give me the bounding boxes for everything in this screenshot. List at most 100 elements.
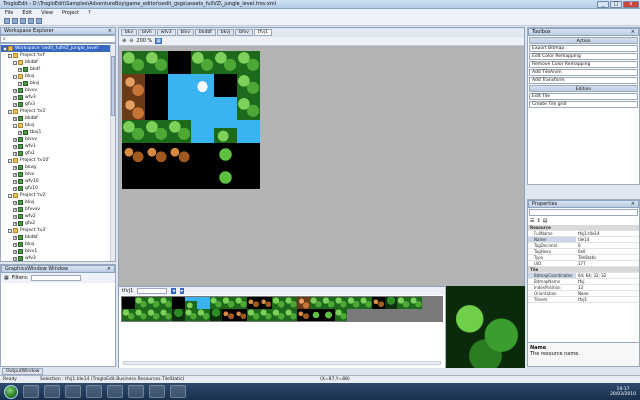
map-tile[interactable] [237, 166, 260, 189]
tileset-tile[interactable] [347, 297, 360, 309]
expand-icon[interactable]: + [13, 249, 17, 254]
tree-node[interactable]: - Project 'tv3' [1, 227, 115, 234]
map-tile[interactable] [168, 97, 191, 120]
expand-icon[interactable]: + [18, 67, 22, 72]
tree-node[interactable]: - Project 'tv10' [1, 157, 115, 164]
tileset-tile[interactable] [147, 309, 160, 321]
editor-tab[interactable]: bkdbf [195, 29, 216, 36]
clock[interactable]: 19:17 20/03/2010 [610, 387, 636, 397]
tree-node[interactable]: + wfv2 [1, 213, 115, 220]
tileset-tile[interactable] [134, 309, 147, 321]
tileset-tile[interactable] [159, 297, 172, 309]
editor-tab[interactable]: blvh [138, 29, 156, 36]
toolbox-action-button[interactable]: Add Transform [529, 77, 638, 84]
property-pages-icon[interactable]: ▤ [543, 218, 548, 224]
expand-icon[interactable]: + [13, 116, 17, 121]
map-tile[interactable] [145, 97, 168, 120]
property-value[interactable]: tfvj1.tile14 [576, 231, 639, 236]
map-tile[interactable] [122, 120, 145, 143]
tileset-tile[interactable] [147, 297, 160, 309]
open-file-icon[interactable] [12, 18, 18, 24]
expand-icon[interactable]: + [13, 214, 17, 219]
tileset-tile[interactable] [309, 309, 322, 321]
tree-node[interactable]: - bkvj [1, 122, 115, 129]
property-value[interactable]: None [576, 291, 639, 296]
tree-node[interactable]: + blvvv [1, 136, 115, 143]
map-tile[interactable] [122, 97, 145, 120]
property-value[interactable]: TileStatic [576, 255, 639, 260]
tileset-tile[interactable] [197, 297, 210, 309]
tileset-tile[interactable] [209, 297, 222, 309]
map-tile[interactable] [214, 166, 237, 189]
map-tile[interactable] [145, 120, 168, 143]
map-tile[interactable] [214, 97, 237, 120]
toolbox-action-button[interactable]: Export Bitmap [529, 45, 638, 52]
property-value[interactable]: 13 [576, 285, 639, 290]
tree-node[interactable]: + bkvj [1, 80, 115, 87]
tileset-tile[interactable] [222, 309, 235, 321]
expand-icon[interactable]: + [13, 165, 17, 170]
tree-node[interactable]: + wfv3 [1, 255, 115, 261]
tree-node[interactable]: + gfv3 [1, 101, 115, 108]
tileset-tile[interactable] [247, 309, 260, 321]
minimize-button[interactable]: _ [597, 0, 609, 8]
maximize-button[interactable]: □ [610, 0, 622, 8]
property-value[interactable]: tile14 [576, 237, 639, 242]
property-row[interactable]: Tileset tfvj1 [528, 297, 639, 303]
property-value[interactable]: 64; 64; 32; 32 [576, 273, 639, 278]
expand-icon[interactable]: + [13, 102, 17, 107]
tree-node[interactable]: + wfv10 [1, 178, 115, 185]
tree-node[interactable]: + bkdbf [1, 234, 115, 241]
zoom-out-icon[interactable]: ⊖ [129, 38, 133, 44]
tileset-tile[interactable] [259, 297, 272, 309]
tileset-tile[interactable] [309, 297, 322, 309]
map-tile[interactable] [145, 74, 168, 97]
tileset-tile[interactable] [159, 309, 172, 321]
tileset-tile[interactable] [322, 297, 335, 309]
expand-icon[interactable]: + [13, 95, 17, 100]
editor-tab[interactable]: bkvj [216, 29, 235, 36]
tileset-tile[interactable] [209, 309, 222, 321]
map-tile[interactable] [237, 97, 260, 120]
tree-node[interactable]: - Project 'tv1' [1, 108, 115, 115]
map-tile[interactable] [237, 143, 260, 166]
tree-node[interactable]: + blvvv [1, 87, 115, 94]
object-selector[interactable] [529, 209, 638, 216]
map-tile[interactable] [191, 51, 214, 74]
close-icon[interactable]: × [631, 29, 635, 35]
close-icon[interactable]: × [108, 28, 112, 34]
expand-icon[interactable]: + [13, 179, 17, 184]
tree-node[interactable]: + wfv1 [1, 143, 115, 150]
app-taskbar-icon[interactable] [86, 385, 102, 398]
editor-tab[interactable]: tfvj1 [253, 29, 273, 36]
menu-edit[interactable]: Edit [22, 10, 32, 16]
explorer-taskbar-icon[interactable] [23, 385, 39, 398]
tree-node[interactable]: - Workspace 'sedit_fullVZ_jungle_level' [1, 45, 115, 52]
map-tile[interactable] [168, 143, 191, 166]
firefox-taskbar-icon[interactable] [65, 385, 81, 398]
save-all-icon[interactable] [28, 18, 34, 24]
tree-node[interactable]: + bkdf [1, 66, 115, 73]
output-window-tab[interactable]: OutputWindow [2, 368, 44, 375]
trogloedit-taskbar-icon[interactable] [128, 385, 144, 398]
tree-node[interactable]: - bkdbf [1, 59, 115, 66]
close-icon[interactable]: × [107, 266, 111, 272]
tileset-tile[interactable] [234, 309, 247, 321]
menu-file[interactable]: File [5, 10, 13, 16]
game-taskbar-icon[interactable] [149, 385, 165, 398]
tileset-tile[interactable] [122, 297, 135, 309]
close-icon[interactable]: × [631, 201, 635, 207]
tileset-tile[interactable] [372, 297, 385, 309]
start-button[interactable] [4, 384, 18, 399]
map-tile[interactable] [168, 120, 191, 143]
expand-icon[interactable]: + [13, 200, 17, 205]
property-value[interactable]: 0 [576, 243, 639, 248]
map-tile[interactable] [237, 51, 260, 74]
expand-icon[interactable]: + [13, 137, 17, 142]
expand-icon[interactable]: - [8, 193, 12, 198]
menu-project[interactable]: Project [62, 10, 79, 16]
expand-icon[interactable]: + [13, 186, 17, 191]
tileset-dropdown[interactable] [137, 288, 168, 294]
expand-icon[interactable]: - [8, 158, 12, 163]
close-button[interactable]: x [623, 0, 639, 8]
